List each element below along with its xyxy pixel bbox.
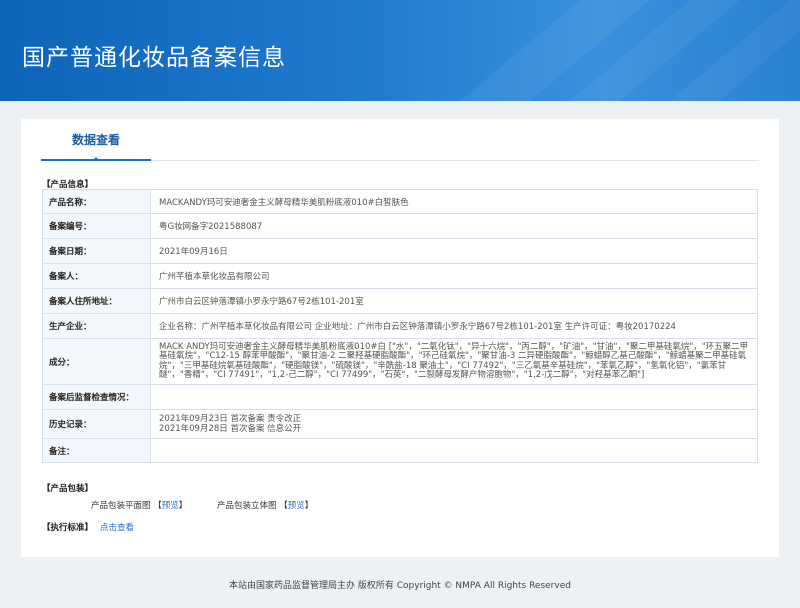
field-value: 广州市白云区钟落潭镇小罗永宁路67号2栋101-201室 — [150, 288, 758, 314]
table-row: 备案人住所地址： 广州市白云区钟落潭镇小罗永宁路67号2栋101-201室 — [42, 288, 758, 314]
packaging-flat: 产品包装平面图 【预览】 — [91, 501, 188, 511]
product-info-table: 产品名称： MACKANDY玛可安迪奢金主义酵母精华美肌粉底液010#白皙肤色 … — [42, 189, 758, 463]
tab-label: 数据查看 — [71, 132, 120, 147]
table-row: 备案日期： 2021年09月16日 — [42, 238, 758, 264]
field-value — [150, 384, 758, 410]
field-key: 备案编号： — [42, 213, 151, 239]
banner-decoration — [460, 0, 800, 101]
table-row: 成分： MACK ANDY玛可安迪奢金主义酵母精华美肌粉底液010#白 ["水"… — [42, 338, 758, 385]
page-title: 国产普通化妆品备案信息 — [22, 45, 286, 71]
field-key: 备案后监督检查情况： — [42, 384, 151, 410]
table-row: 备案后监督检查情况： — [42, 384, 758, 410]
table-row: 备案编号： 粤G妆网备字2021588087 — [42, 213, 758, 239]
section-standard: 【执行标准】 点击查看 — [42, 521, 134, 533]
packaging-flat-label: 产品包装平面图 — [91, 501, 151, 511]
table-row: 备案人： 广州芊植本草化妆品有限公司 — [42, 263, 758, 289]
field-key: 产品名称： — [42, 189, 151, 214]
field-value: 粤G妆网备字2021588087 — [150, 213, 758, 239]
field-value — [150, 438, 758, 463]
packaging-solid-preview-link[interactable]: 预览 — [288, 501, 305, 511]
section-standard-label: 【执行标准】 — [42, 523, 94, 533]
packaging-solid: 产品包装立体图 【预览】 — [217, 501, 314, 511]
history-entry: 2021年09月28日 首次备案 信息公开 — [159, 424, 302, 434]
field-key: 生产企业： — [42, 313, 151, 339]
tab-data-view[interactable]: 数据查看 — [41, 119, 151, 161]
table-row: 生产企业： 企业名称：广州芊植本草化妆品有限公司 企业地址：广州市白云区钟落潭镇… — [42, 313, 758, 339]
packaging-solid-label: 产品包装立体图 — [217, 501, 277, 511]
field-key: 备案人住所地址： — [42, 288, 151, 314]
table-row: 产品名称： MACKANDY玛可安迪奢金主义酵母精华美肌粉底液010#白皙肤色 — [42, 189, 758, 214]
tab-caret-icon — [92, 157, 100, 161]
tab-divider — [151, 160, 759, 161]
section-product-packaging: 【产品包装】 — [42, 484, 94, 494]
field-value: MACKANDY玛可安迪奢金主义酵母精华美肌粉底液010#白皙肤色 — [150, 189, 758, 214]
field-key: 备注： — [42, 438, 151, 463]
table-row: 备注： — [42, 438, 758, 463]
field-value: 广州芊植本草化妆品有限公司 — [150, 263, 758, 289]
field-value: 企业名称：广州芊植本草化妆品有限公司 企业地址：广州市白云区钟落潭镇小罗永宁路6… — [150, 313, 758, 339]
field-key: 备案日期： — [42, 238, 151, 264]
standard-view-link[interactable]: 点击查看 — [100, 523, 134, 533]
table-row: 历史记录： 2021年09月23日 首次备案 责令改正 2021年09月28日 … — [42, 409, 758, 439]
content-panel: 数据查看 【产品信息】 产品名称： MACKANDY玛可安迪奢金主义酵母精华美肌… — [21, 119, 779, 557]
field-value: 2021年09月16日 — [150, 238, 758, 264]
history-entry: 2021年09月23日 首次备案 责令改正 — [159, 414, 302, 424]
field-value-ingredients: MACK ANDY玛可安迪奢金主义酵母精华美肌粉底液010#白 ["水"，"二氧… — [150, 338, 758, 385]
field-key: 备案人： — [42, 263, 151, 289]
footer-copyright: 本站由国家药品监督管理局主办 版权所有 Copyright © NMPA All… — [229, 581, 571, 591]
packaging-flat-preview-link[interactable]: 预览 — [162, 501, 179, 511]
field-key: 历史记录： — [42, 409, 151, 439]
field-value-history: 2021年09月23日 首次备案 责令改正 2021年09月28日 首次备案 信… — [150, 409, 758, 439]
header-banner: 国产普通化妆品备案信息 — [0, 0, 800, 101]
field-key: 成分： — [42, 338, 151, 385]
